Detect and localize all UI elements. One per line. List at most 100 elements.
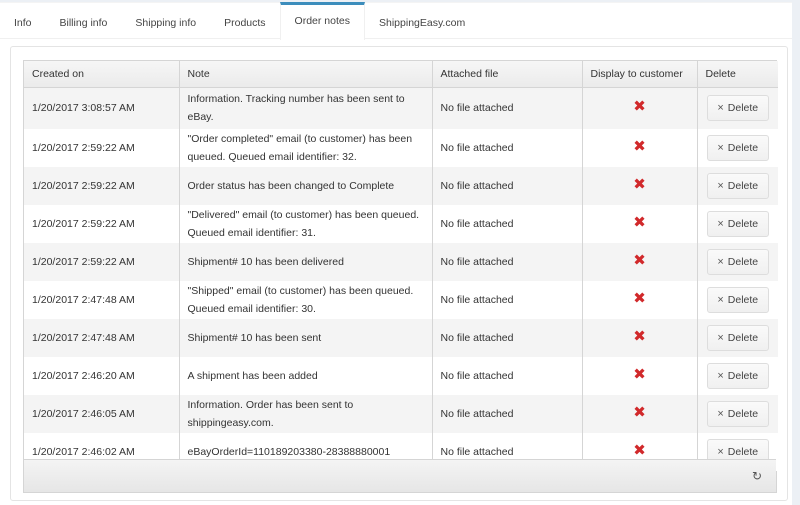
delete-note-button[interactable]: × Delete [706, 95, 769, 122]
delete-label: Delete [727, 218, 759, 230]
column-header-created-on[interactable]: Created on [24, 61, 180, 88]
column-header-delete: Delete [697, 61, 778, 88]
tab-shippingeasy-com[interactable]: ShippingEasy.com [365, 2, 479, 38]
created-on-cell: 1/20/2017 2:47:48 AM [24, 319, 180, 357]
note-cell: Order status has been changed to Complet… [179, 167, 433, 205]
attached-file-cell: No file attached [432, 357, 583, 395]
table-header-row: Created on Note Attached file Display to… [24, 61, 778, 88]
attached-file-cell: No file attached [432, 167, 583, 205]
delete-note-button[interactable]: × Delete [706, 325, 769, 351]
delete-label: Delete [727, 256, 759, 268]
display-to-customer-cell: ✖ [582, 167, 698, 205]
note-cell: Shipment# 10 has been sent [179, 319, 433, 357]
tab-billing-info[interactable]: Billing info [46, 2, 122, 38]
close-icon: × [717, 370, 724, 382]
attached-file-cell: No file attached [432, 319, 583, 357]
close-icon: × [717, 218, 724, 230]
close-icon: × [717, 180, 724, 192]
delete-cell: × Delete [697, 357, 778, 395]
note-cell: Shipment# 10 has been delivered [179, 243, 433, 281]
order-notes-table: Created on Note Attached file Display to… [24, 61, 778, 471]
false-mark-icon: ✖ [633, 176, 646, 193]
column-header-note[interactable]: Note [179, 61, 433, 88]
created-on-cell: 1/20/2017 2:59:22 AM [24, 167, 180, 205]
delete-cell: × Delete [697, 281, 778, 319]
display-to-customer-cell: ✖ [582, 357, 698, 395]
close-icon: × [717, 332, 724, 344]
created-on-cell: 1/20/2017 3:08:57 AM [24, 87, 180, 129]
attached-file-cell: No file attached [432, 87, 583, 129]
close-icon: × [717, 256, 724, 268]
created-on-cell: 1/20/2017 2:46:20 AM [24, 357, 180, 395]
display-to-customer-cell: ✖ [582, 319, 698, 357]
close-icon: × [717, 142, 724, 154]
table-row: 1/20/2017 2:47:48 AM Shipment# 10 has bee… [24, 319, 778, 357]
note-cell: "Shipped" email (to customer) has been q… [179, 281, 433, 319]
false-mark-icon: ✖ [633, 98, 646, 116]
delete-label: Delete [727, 332, 759, 344]
delete-note-button[interactable]: × Delete [706, 401, 769, 427]
table-body: 1/20/2017 3:08:57 AM Information. Trackin… [24, 87, 778, 471]
delete-cell: × Delete [697, 243, 778, 281]
created-on-cell: 1/20/2017 2:47:48 AM [24, 281, 180, 319]
order-notes-grid: Created on Note Attached file Display to… [23, 60, 778, 493]
note-cell: "Delivered" email (to customer) has been… [179, 205, 433, 243]
delete-label: Delete [727, 370, 759, 382]
delete-label: Delete [727, 180, 759, 192]
close-icon: × [717, 102, 724, 115]
table-row: 1/20/2017 2:59:22 AM Order status has bee… [24, 167, 778, 205]
note-cell: Information. Tracking number has been se… [179, 87, 433, 129]
tab-order-notes[interactable]: Order notes [279, 2, 365, 40]
note-cell: A shipment has been added [179, 357, 433, 395]
created-on-cell: 1/20/2017 2:59:22 AM [24, 205, 180, 243]
table-row: 1/20/2017 2:59:22 AM "Delivered" email (t… [24, 205, 778, 243]
table-row: 1/20/2017 2:46:20 AM A shipment has been … [24, 357, 778, 395]
delete-cell: × Delete [697, 87, 778, 129]
table-row: 1/20/2017 3:08:57 AM Information. Trackin… [24, 87, 778, 129]
grid-pager: ↻ [24, 459, 776, 492]
display-to-customer-cell: ✖ [582, 87, 698, 129]
tab-products[interactable]: Products [210, 2, 279, 38]
order-tabs-container: Info Billing info Shipping info Products Ord… [0, 2, 792, 505]
delete-note-button[interactable]: × Delete [706, 211, 769, 237]
delete-note-button[interactable]: × Delete [706, 363, 769, 389]
delete-label: Delete [727, 142, 759, 154]
table-row: 1/20/2017 2:46:05 AM Information. Order h… [24, 395, 778, 433]
display-to-customer-cell: ✖ [582, 129, 698, 167]
delete-label: Delete [727, 408, 759, 420]
close-icon: × [717, 408, 724, 420]
attached-file-cell: No file attached [432, 129, 583, 167]
tab-shipping-info[interactable]: Shipping info [121, 2, 210, 38]
delete-note-button[interactable]: × Delete [706, 135, 769, 161]
false-mark-icon: ✖ [633, 252, 646, 269]
page-scroll-gutter [792, 0, 800, 505]
attached-file-cell: No file attached [432, 243, 583, 281]
delete-note-button[interactable]: × Delete [706, 173, 769, 199]
delete-note-button[interactable]: × Delete [706, 287, 769, 313]
attached-file-cell: No file attached [432, 205, 583, 243]
table-row: 1/20/2017 2:47:48 AM "Shipped" email (to … [24, 281, 778, 319]
delete-label: Delete [727, 446, 759, 458]
close-icon: × [717, 446, 724, 458]
false-mark-icon: ✖ [633, 290, 646, 307]
display-to-customer-cell: ✖ [582, 281, 698, 319]
refresh-icon[interactable]: ↻ [750, 469, 764, 483]
note-cell: Information. Order has been sent to ship… [179, 395, 433, 433]
delete-cell: × Delete [697, 319, 778, 357]
created-on-cell: 1/20/2017 2:46:05 AM [24, 395, 180, 433]
display-to-customer-cell: ✖ [582, 395, 698, 433]
false-mark-icon: ✖ [633, 214, 646, 231]
order-notes-panel: Created on Note Attached file Display to… [10, 46, 788, 501]
delete-cell: × Delete [697, 205, 778, 243]
created-on-cell: 1/20/2017 2:59:22 AM [24, 129, 180, 167]
tab-info[interactable]: Info [0, 2, 46, 38]
column-header-attached-file[interactable]: Attached file [432, 61, 583, 88]
false-mark-icon: ✖ [633, 138, 646, 155]
delete-note-button[interactable]: × Delete [706, 249, 769, 275]
tab-bar: Info Billing info Shipping info Products Ord… [0, 2, 792, 40]
false-mark-icon: ✖ [633, 442, 646, 459]
delete-cell: × Delete [697, 167, 778, 205]
display-to-customer-cell: ✖ [582, 205, 698, 243]
attached-file-cell: No file attached [432, 395, 583, 433]
column-header-display-to-customer[interactable]: Display to customer [582, 61, 698, 88]
